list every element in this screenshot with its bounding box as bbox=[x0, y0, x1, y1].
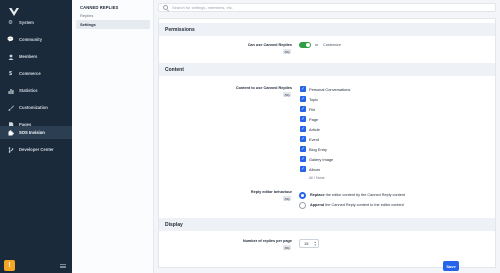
radio-append[interactable] bbox=[299, 202, 306, 209]
replace-word: Replace bbox=[310, 193, 325, 197]
submenu-link-replies[interactable]: Replies bbox=[80, 13, 93, 18]
checkbox-label: Blog Entry bbox=[309, 147, 327, 152]
number-stepper-icon[interactable]: ▴ ▾ bbox=[314, 241, 316, 247]
append-word: Append bbox=[310, 203, 325, 207]
checkbox-article[interactable]: ✓ bbox=[300, 126, 306, 132]
section-permissions-header: Permissions bbox=[159, 23, 495, 36]
warning-icon[interactable]: ! bbox=[4, 260, 15, 271]
checkbox-label: Album bbox=[309, 167, 321, 172]
radio-append-label: Append the Canned Reply content to the e… bbox=[310, 203, 404, 207]
search-icon bbox=[163, 5, 168, 10]
nav-item-label: Community bbox=[19, 37, 43, 42]
checkbox-label: Personal Conversations bbox=[309, 87, 351, 92]
nav-item-customization[interactable]: Customization bbox=[0, 101, 72, 114]
replace-description: the editor content by the Canned Reply c… bbox=[325, 193, 406, 197]
checkbox-label: Page bbox=[309, 117, 319, 122]
radio-replace-label: Replace the editor content by the Canned… bbox=[310, 193, 405, 197]
checkbox-album[interactable]: ✓ bbox=[300, 166, 306, 172]
checkbox-gallery-image[interactable]: ✓ bbox=[300, 156, 306, 162]
main-nav: ⚙ System 💬 Community Members $ Commerce … bbox=[0, 0, 72, 273]
language-badge: {%} bbox=[283, 49, 292, 54]
nav-item-sos-invision[interactable]: SOS Invision bbox=[0, 126, 72, 139]
nav-item-statistics[interactable]: Statistics bbox=[0, 84, 72, 97]
all-none-label: All / None bbox=[309, 176, 325, 180]
menu-icon[interactable] bbox=[60, 264, 66, 268]
submenu-link-settings[interactable]: Settings bbox=[76, 20, 150, 29]
checkbox-label: Gallery Image bbox=[309, 157, 334, 162]
save-button[interactable]: Save bbox=[443, 261, 459, 271]
app-submenu: CANNED REPLIES Replies Settings bbox=[72, 0, 154, 273]
nav-item-developer-center[interactable]: Developer Center bbox=[0, 143, 72, 156]
nav-item-label: Customization bbox=[19, 105, 48, 110]
dollar-icon: $ bbox=[8, 70, 13, 77]
user-icon bbox=[7, 53, 14, 60]
section-display-header: Display bbox=[159, 218, 495, 231]
nav-item-label: Developer Center bbox=[19, 147, 54, 152]
checkbox-file[interactable]: ✓ bbox=[300, 106, 306, 112]
chat-bubbles-icon: 💬 bbox=[7, 36, 14, 43]
puzzle-icon bbox=[7, 129, 14, 136]
nav-footer: ! bbox=[0, 257, 72, 273]
checkbox-blog-entry[interactable]: ✓ bbox=[300, 146, 306, 152]
nav-item-label: Members bbox=[19, 54, 38, 59]
checkbox-label: Article bbox=[309, 127, 320, 132]
nav-item-label: SOS Invision bbox=[19, 130, 45, 135]
content-label: Content to use Canned Replies bbox=[235, 86, 292, 90]
append-description: the Canned Reply content to the editor c… bbox=[325, 203, 404, 207]
nav-item-label: System bbox=[19, 20, 34, 25]
checkbox-page[interactable]: ✓ bbox=[300, 116, 306, 122]
nav-item-community[interactable]: 💬 Community bbox=[0, 33, 72, 46]
can-use-label: Can use Canned Replies bbox=[247, 43, 292, 47]
nav-item-commerce[interactable]: $ Commerce bbox=[0, 67, 72, 80]
nav-item-label: Statistics bbox=[19, 88, 38, 93]
settings-panel: Permissions Can use Canned Replies {%} o… bbox=[158, 18, 496, 271]
customize-link[interactable]: Customize bbox=[323, 43, 341, 47]
submenu-heading: CANNED REPLIES bbox=[80, 5, 119, 10]
nav-item-members[interactable]: Members bbox=[0, 50, 72, 63]
checkbox-event[interactable]: ✓ bbox=[300, 136, 306, 142]
all-none-toggle[interactable]: All / None bbox=[309, 176, 325, 180]
replies-per-page-value: 15 bbox=[304, 241, 309, 246]
language-badge: {%} bbox=[283, 245, 292, 250]
can-use-toggle[interactable] bbox=[299, 42, 311, 48]
gear-icon: ⚙ bbox=[8, 19, 13, 26]
paint-brush-icon bbox=[7, 104, 14, 111]
search-bar[interactable] bbox=[158, 3, 496, 12]
checkbox-topic[interactable]: ✓ bbox=[300, 96, 306, 102]
language-badge: {%} bbox=[283, 196, 292, 201]
code-branch-icon bbox=[7, 146, 14, 153]
reply-editor-label: Reply editor behaviour bbox=[250, 190, 292, 194]
search-input[interactable] bbox=[172, 5, 472, 10]
nav-item-system[interactable]: ⚙ System bbox=[0, 16, 72, 29]
replies-per-page-label: Number of replies per page bbox=[242, 239, 292, 243]
checkbox-label: File bbox=[309, 107, 316, 112]
checkbox-label: Topic bbox=[309, 97, 319, 102]
checkbox-label: Event bbox=[309, 137, 319, 142]
checkbox-personal-conversations[interactable]: ✓ bbox=[300, 86, 306, 92]
section-content-header: Content bbox=[159, 63, 495, 76]
replies-per-page-input[interactable]: 15 ▴ ▾ bbox=[299, 239, 319, 248]
nav-item-label: Commerce bbox=[19, 71, 41, 76]
language-badge: {%} bbox=[283, 92, 292, 97]
bar-chart-icon bbox=[7, 87, 14, 94]
radio-replace[interactable] bbox=[299, 192, 306, 199]
or-text: or bbox=[315, 43, 319, 47]
